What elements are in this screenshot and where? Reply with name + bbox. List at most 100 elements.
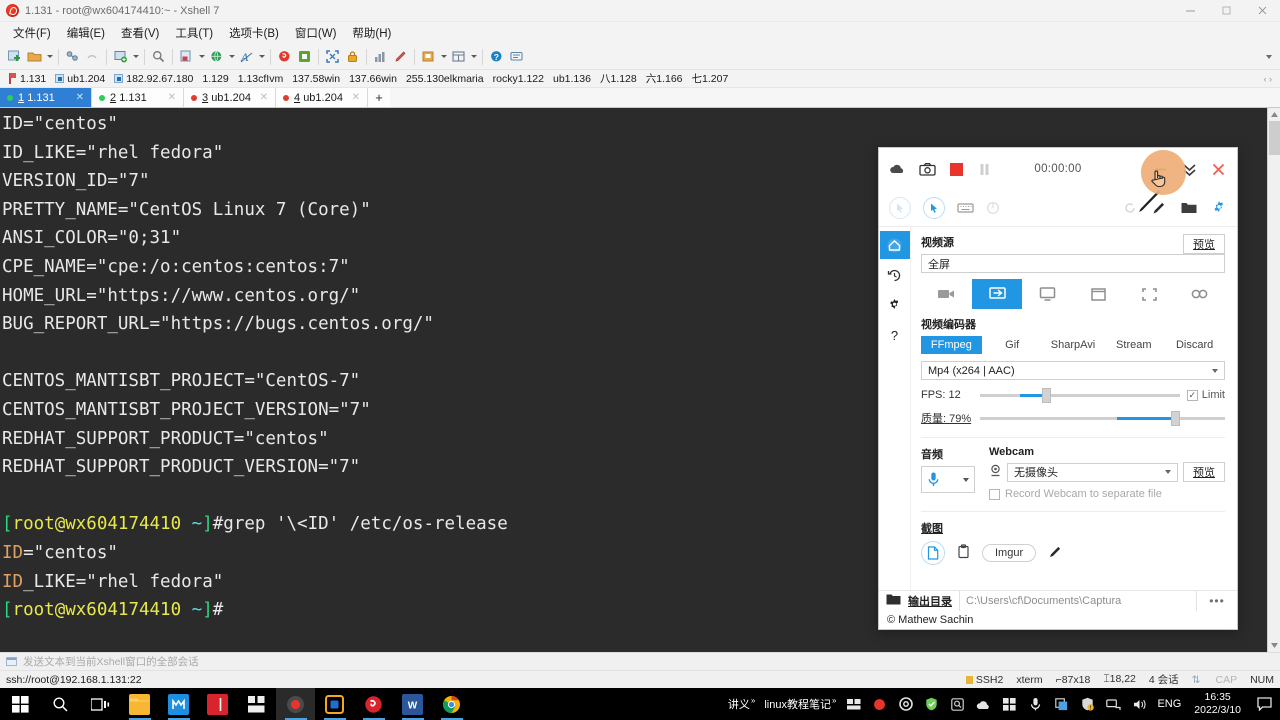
video-source-value[interactable]: 全屏: [921, 254, 1225, 273]
output-dir-path[interactable]: C:\Users\cf\Documents\Captura: [959, 591, 1197, 611]
security-warning-icon[interactable]: !: [1079, 696, 1096, 713]
search-tray-icon[interactable]: [949, 696, 966, 713]
sidebar-history[interactable]: [880, 261, 910, 289]
microphone-tray-icon[interactable]: [1027, 696, 1044, 713]
video-preview-button[interactable]: 预览: [1183, 234, 1225, 254]
minimize-button[interactable]: [1172, 0, 1208, 22]
microphone-button[interactable]: [921, 466, 975, 493]
screen-layout-icon[interactable]: [845, 696, 862, 713]
host-item[interactable]: 137.58win: [292, 73, 340, 85]
toolbar-overflow-caret[interactable]: [1263, 47, 1275, 67]
host-item[interactable]: 1.129: [202, 73, 228, 85]
webcam-source-icon[interactable]: [921, 279, 972, 309]
host-item[interactable]: 255.130elkmaria: [406, 73, 484, 85]
layout-caret[interactable]: [469, 47, 478, 67]
maxthon-button[interactable]: [159, 688, 198, 720]
refresh-icon[interactable]: [1123, 201, 1137, 215]
cursor-click-right-icon[interactable]: [923, 197, 945, 219]
save-file-icon[interactable]: [921, 541, 945, 565]
pdf-button[interactable]: [198, 688, 237, 720]
send-to-all-bar[interactable]: 发送文本到当前Xshell窗口的全部会话: [0, 652, 1280, 670]
session-manager-icon[interactable]: [111, 47, 130, 67]
camera-icon[interactable]: [919, 161, 936, 178]
webcam-separate-file-checkbox[interactable]: Record Webcam to separate file: [989, 488, 1225, 500]
fullscreen-icon[interactable]: [323, 47, 342, 67]
encoder-tab-stream[interactable]: Stream: [1103, 336, 1164, 354]
output-dir-browse-button[interactable]: •••: [1204, 594, 1230, 608]
vmware-button[interactable]: [315, 688, 354, 720]
fps-slider-knob[interactable]: [1041, 387, 1051, 403]
encoder-tab-gif[interactable]: Gif: [982, 336, 1043, 354]
host-item[interactable]: ub1.204: [55, 73, 105, 85]
file-transfer-icon[interactable]: [177, 47, 196, 67]
chevron-double-down-icon[interactable]: [1181, 161, 1198, 178]
sidebar-settings[interactable]: [880, 291, 910, 319]
host-item[interactable]: 八1.128: [600, 71, 637, 86]
clipboard-icon[interactable]: [957, 544, 970, 562]
xftp-icon[interactable]: [295, 47, 314, 67]
menu-tools[interactable]: 工具(T): [168, 23, 220, 43]
help-icon[interactable]: ?: [487, 47, 506, 67]
input-language[interactable]: ENG: [1157, 698, 1181, 710]
menu-window[interactable]: 窗口(W): [288, 23, 344, 43]
settings-gear-icon[interactable]: [897, 696, 914, 713]
webcam-preview-button[interactable]: 预览: [1183, 462, 1225, 482]
fps-limit-checkbox[interactable]: ✓ Limit: [1186, 389, 1225, 401]
minimize-icon[interactable]: [1152, 161, 1169, 178]
find-icon[interactable]: [149, 47, 168, 67]
pen-icon[interactable]: [1151, 200, 1167, 216]
chrome-button[interactable]: [432, 688, 471, 720]
menu-view[interactable]: 查看(V): [114, 23, 166, 43]
font-caret[interactable]: [257, 47, 266, 67]
window-source-icon[interactable]: [1073, 279, 1124, 309]
quality-slider-knob[interactable]: [1171, 410, 1181, 426]
mic-dropdown-caret[interactable]: [963, 477, 969, 482]
compose-icon[interactable]: [419, 47, 438, 67]
host-item[interactable]: 六1.166: [646, 71, 683, 86]
tray-group-jiangyi[interactable]: 讲义»: [728, 696, 755, 712]
new-tab-button[interactable]: +: [368, 88, 390, 107]
sidebar-help[interactable]: ?: [880, 321, 910, 349]
session-manager-caret[interactable]: [131, 47, 140, 67]
cloud-tray-icon[interactable]: [975, 696, 992, 713]
open-folder-caret[interactable]: [45, 47, 54, 67]
scrollbar-thumb[interactable]: [1269, 121, 1280, 155]
terminal-scrollbar[interactable]: [1267, 108, 1280, 652]
file-explorer-button[interactable]: [120, 688, 159, 720]
host-item[interactable]: 1.13cfIvm: [238, 73, 284, 85]
chart-icon[interactable]: [371, 47, 390, 67]
pencil-icon[interactable]: [1048, 544, 1063, 562]
xshell-icon[interactable]: [275, 47, 294, 67]
new-session-icon[interactable]: [5, 47, 24, 67]
copy-tray-icon[interactable]: [1053, 696, 1070, 713]
tab-close-icon[interactable]: ✕: [260, 92, 268, 103]
scroll-up-icon[interactable]: [1268, 108, 1280, 121]
xshell-button[interactable]: [354, 688, 393, 720]
screen-source-icon[interactable]: [1022, 279, 1073, 309]
font-icon[interactable]: A: [237, 47, 256, 67]
sidebar-home[interactable]: [879, 231, 910, 259]
start-button[interactable]: [0, 688, 40, 720]
menu-tab[interactable]: 选项卡(B): [222, 23, 286, 43]
windows-tray-icon[interactable]: [1001, 696, 1018, 713]
hostbar-scroll-arrows[interactable]: ‹ ›: [1264, 74, 1273, 84]
encoder-tab-discard[interactable]: Discard: [1164, 336, 1225, 354]
close-icon[interactable]: [1210, 161, 1227, 178]
host-item[interactable]: rocky1.122: [493, 73, 544, 85]
qr-button[interactable]: [237, 688, 276, 720]
record-dot-icon[interactable]: [871, 696, 888, 713]
volume-icon[interactable]: [1131, 696, 1148, 713]
stop-record-icon[interactable]: [949, 162, 964, 177]
pause-icon[interactable]: [977, 162, 992, 177]
highlight-icon[interactable]: [391, 47, 410, 67]
quality-slider[interactable]: [980, 410, 1225, 426]
layout-icon[interactable]: [449, 47, 468, 67]
task-view-button[interactable]: [80, 688, 120, 720]
session-tab-2[interactable]: 2 1.131 ✕: [92, 88, 184, 107]
menu-edit[interactable]: 编辑(E): [60, 23, 112, 43]
region-source-icon[interactable]: [1124, 279, 1175, 309]
lock-icon[interactable]: [343, 47, 362, 67]
scroll-down-icon[interactable]: [1268, 639, 1280, 652]
network-icon[interactable]: [1105, 696, 1122, 713]
host-item[interactable]: 182.92.67.180: [114, 73, 193, 85]
